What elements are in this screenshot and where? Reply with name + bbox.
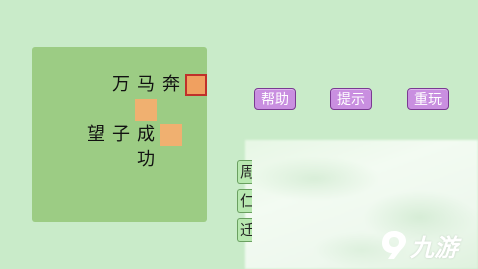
game-board: 万马奔望子成功 bbox=[32, 47, 207, 222]
watermark-logo-icon bbox=[382, 231, 406, 259]
option-tile-2[interactable]: 仁 bbox=[237, 189, 252, 213]
watermark-text: 九游 bbox=[410, 233, 458, 262]
board-char-cell: 奔 bbox=[162, 74, 180, 95]
help-button[interactable]: 帮助 bbox=[254, 88, 296, 110]
board-char-cell: 马 bbox=[137, 74, 155, 95]
watermark: 九游 bbox=[380, 225, 476, 265]
hint-button[interactable]: 提示 bbox=[330, 88, 372, 110]
selected-blank-cell[interactable] bbox=[185, 74, 207, 96]
board-char-cell: 子 bbox=[112, 124, 130, 145]
board-char-cell: 望 bbox=[87, 124, 105, 145]
board-char-cell: 万 bbox=[112, 74, 130, 95]
blank-cell[interactable] bbox=[135, 99, 157, 121]
board-char-cell: 成 bbox=[137, 124, 155, 145]
blank-cell[interactable] bbox=[160, 124, 182, 146]
board-char-cell: 功 bbox=[137, 149, 155, 170]
option-tile-3[interactable]: 迁 bbox=[237, 218, 252, 242]
restart-button[interactable]: 重玩 bbox=[407, 88, 449, 110]
option-tile-1[interactable]: 周 bbox=[237, 160, 252, 184]
